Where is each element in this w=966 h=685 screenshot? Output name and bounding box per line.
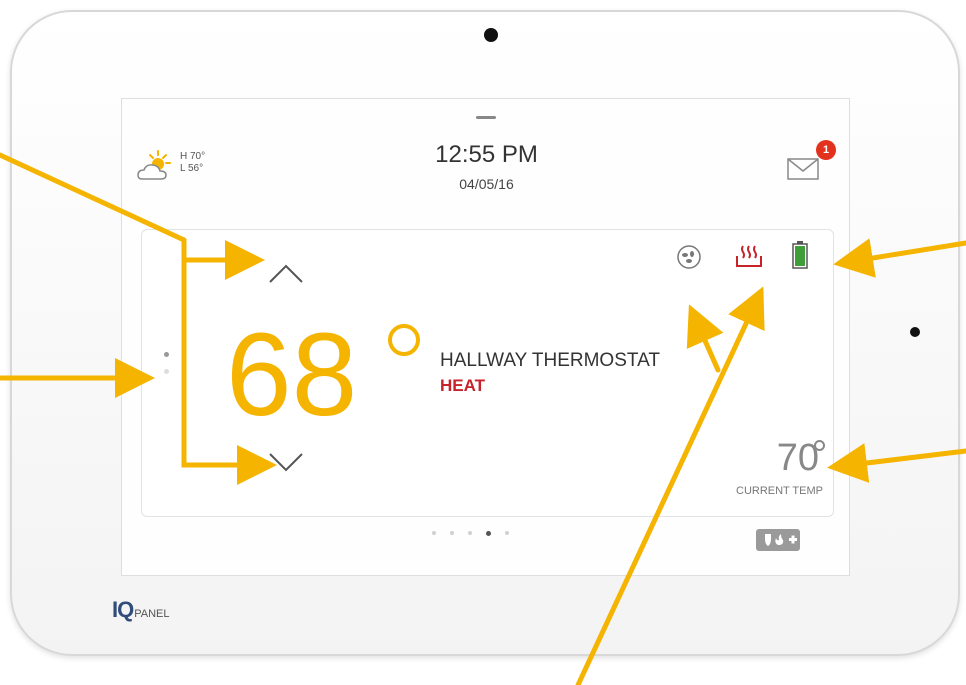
- arrow-line: [575, 286, 765, 685]
- arrow-line: [181, 237, 255, 468]
- arrow-line: [827, 443, 966, 483]
- arrow-line: [0, 152, 187, 243]
- arrow-line: [833, 238, 966, 278]
- arrow-line: [686, 304, 724, 373]
- callout-arrows: [0, 152, 966, 685]
